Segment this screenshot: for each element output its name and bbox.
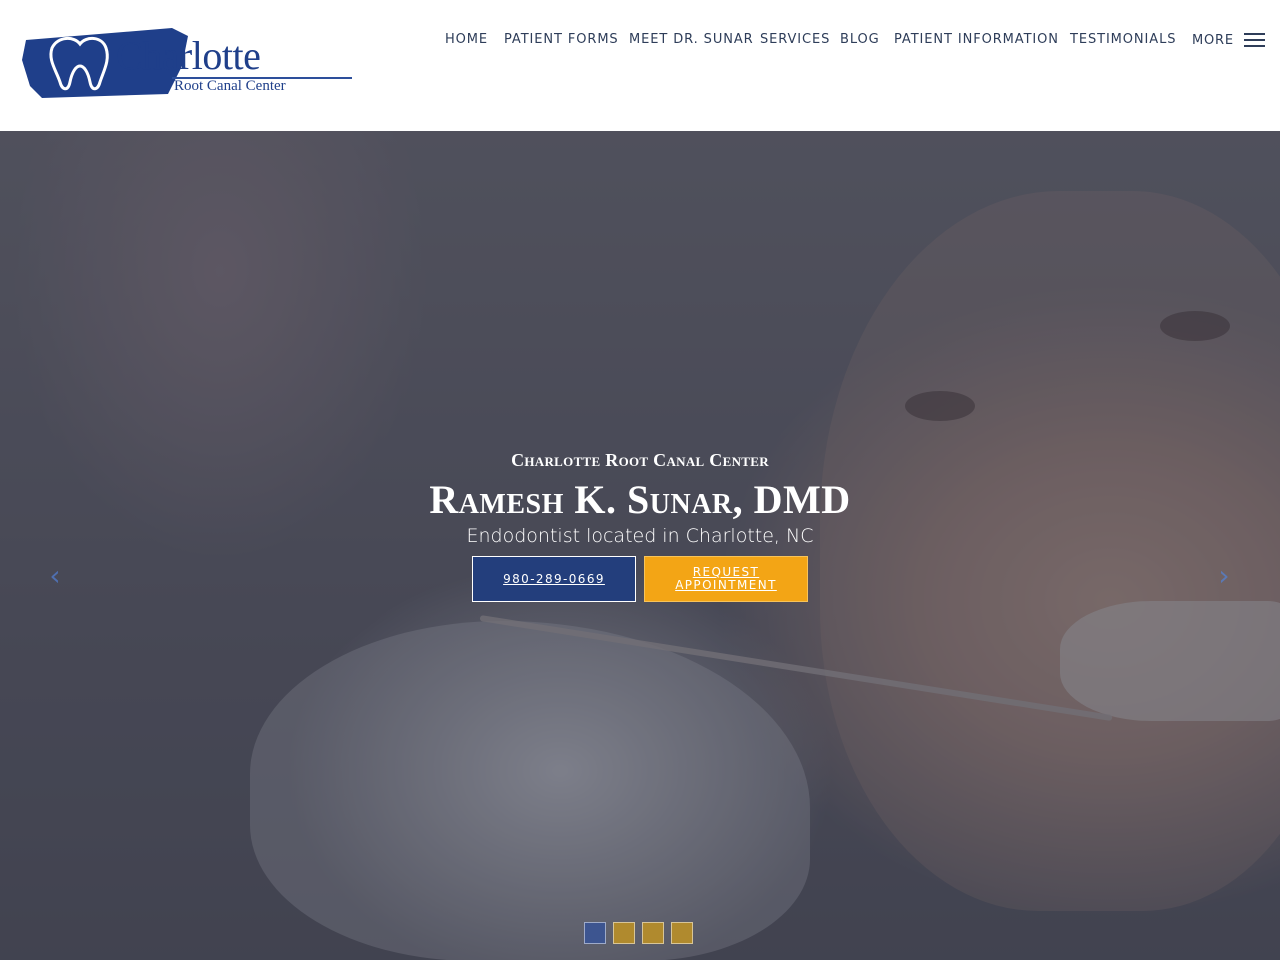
hero-cta-row: 980-289-0669 REQUEST APPOINTMENT <box>472 556 808 602</box>
more-menu-button[interactable]: MORE <box>1192 31 1265 49</box>
nav-services[interactable]: SERVICES <box>760 31 830 49</box>
hero-tagline: Endodontist located in Charlotte, NC <box>466 525 814 547</box>
nav-meet-dr-sunar[interactable]: MEET DR. SUNAR <box>629 31 754 49</box>
nav-testimonials[interactable]: TESTIMONIALS <box>1070 31 1176 49</box>
request-appointment-button[interactable]: REQUEST APPOINTMENT <box>644 556 808 602</box>
nav-home[interactable]: HOME <box>445 31 488 49</box>
logo[interactable]: Charlotte Root Canal Center <box>22 22 354 102</box>
more-label: MORE <box>1192 32 1234 48</box>
hero-kicker: Charlotte Root Canal Center <box>511 450 769 470</box>
slide-dot-1[interactable] <box>584 922 606 944</box>
slide-dot-4[interactable] <box>671 922 693 944</box>
chevron-left-icon[interactable]: ‹ <box>45 561 65 591</box>
site-header: Charlotte Root Canal Center HOME PATIENT… <box>0 0 1280 131</box>
hero-doctor-name: Ramesh K. Sunar, DMD <box>429 477 851 522</box>
logo-subtitle: Root Canal Center <box>174 78 286 94</box>
phone-button[interactable]: 980-289-0669 <box>472 556 636 602</box>
logo-wordmark: Charlotte <box>116 33 261 78</box>
chevron-right-icon[interactable]: › <box>1214 561 1234 591</box>
hero-content: Charlotte Root Canal Center Ramesh K. Su… <box>0 449 1280 602</box>
nav-patient-forms[interactable]: PATIENT FORMS <box>504 31 619 49</box>
nav-patient-information[interactable]: PATIENT INFORMATION <box>894 31 1059 49</box>
hamburger-icon <box>1243 33 1265 47</box>
hero-slider: Charlotte Root Canal Center Ramesh K. Su… <box>0 131 1280 960</box>
slide-dot-3[interactable] <box>642 922 664 944</box>
slide-dot-2[interactable] <box>613 922 635 944</box>
nav-blog[interactable]: BLOG <box>840 31 880 49</box>
